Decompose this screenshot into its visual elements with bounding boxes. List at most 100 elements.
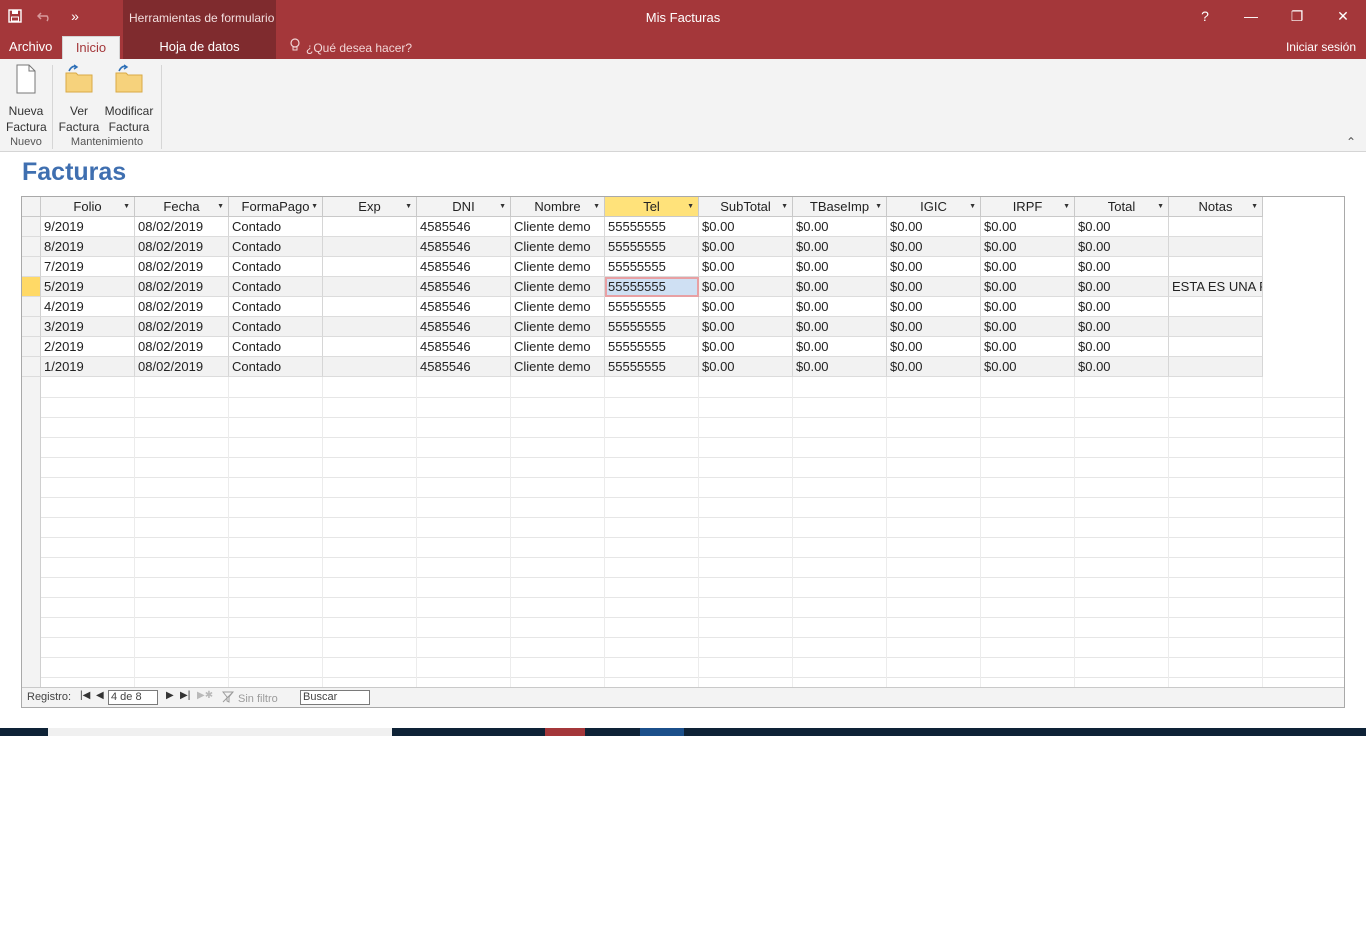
help-button[interactable]: ? <box>1182 0 1228 32</box>
record-selector[interactable] <box>22 337 41 357</box>
table-cell-notas[interactable] <box>1169 317 1263 337</box>
column-header-exp[interactable]: Exp ▼ <box>323 197 417 217</box>
dropdown-arrow-icon[interactable]: ▼ <box>687 197 694 216</box>
table-cell-dni[interactable]: 4585546 <box>417 297 511 317</box>
table-cell-total[interactable]: $0.00 <box>1075 277 1169 297</box>
table-cell-tel[interactable]: 55555555 <box>605 257 699 277</box>
record-selector[interactable] <box>22 217 41 237</box>
table-cell-notas[interactable] <box>1169 257 1263 277</box>
tab-archivo[interactable]: Archivo <box>9 36 52 59</box>
table-cell-subtotal[interactable]: $0.00 <box>699 237 793 257</box>
column-header-folio[interactable]: Folio ▼ <box>41 197 135 217</box>
table-cell-tel[interactable]: 55555555 <box>605 217 699 237</box>
table-cell-dni[interactable]: 4585546 <box>417 337 511 357</box>
table-cell-tbaseimp[interactable]: $0.00 <box>793 337 887 357</box>
dropdown-arrow-icon[interactable]: ▼ <box>969 197 976 216</box>
tell-me-box[interactable]: ¿Qué desea hacer? <box>290 36 412 59</box>
table-cell-folio[interactable]: 3/2019 <box>41 317 135 337</box>
column-header-subtotal[interactable]: SubTotal ▼ <box>699 197 793 217</box>
table-cell-notas[interactable] <box>1169 337 1263 357</box>
table-cell-formapago[interactable]: Contado <box>229 237 323 257</box>
table-cell-folio[interactable]: 9/2019 <box>41 217 135 237</box>
sign-in-link[interactable]: Iniciar sesión <box>1286 36 1356 59</box>
table-cell-irpf[interactable]: $0.00 <box>981 217 1075 237</box>
column-header-total[interactable]: Total ▼ <box>1075 197 1169 217</box>
table-cell-dni[interactable]: 4585546 <box>417 257 511 277</box>
table-cell-exp[interactable] <box>323 257 417 277</box>
table-cell-exp[interactable] <box>323 277 417 297</box>
table-cell-folio[interactable]: 7/2019 <box>41 257 135 277</box>
nueva-factura-button[interactable]: Nueva Factura <box>6 63 47 135</box>
ver-factura-button[interactable]: Ver Factura <box>58 63 100 135</box>
table-cell-irpf[interactable]: $0.00 <box>981 357 1075 377</box>
table-cell-nombre[interactable]: Cliente demo <box>511 317 605 337</box>
table-cell-tbaseimp[interactable]: $0.00 <box>793 217 887 237</box>
taskbar-search-box[interactable] <box>48 728 392 736</box>
dropdown-arrow-icon[interactable]: ▼ <box>1251 197 1258 216</box>
column-header-dni[interactable]: DNI ▼ <box>417 197 511 217</box>
table-cell-formapago[interactable]: Contado <box>229 277 323 297</box>
table-cell-folio[interactable]: 1/2019 <box>41 357 135 377</box>
table-cell-exp[interactable] <box>323 357 417 377</box>
dropdown-arrow-icon[interactable]: ▼ <box>1157 197 1164 216</box>
table-cell-exp[interactable] <box>323 337 417 357</box>
table-cell-total[interactable]: $0.00 <box>1075 217 1169 237</box>
last-record-icon[interactable]: ▶| <box>180 690 190 701</box>
table-cell-tel[interactable]: 55555555 <box>605 337 699 357</box>
close-button[interactable]: ✕ <box>1320 0 1366 32</box>
table-cell-subtotal[interactable]: $0.00 <box>699 337 793 357</box>
table-cell-notas[interactable] <box>1169 297 1263 317</box>
dropdown-arrow-icon[interactable]: ▼ <box>499 197 506 216</box>
column-header-notas[interactable]: Notas ▼ <box>1169 197 1263 217</box>
column-header-tbaseimp[interactable]: TBaseImp ▼ <box>793 197 887 217</box>
search-input[interactable]: Buscar <box>300 690 370 705</box>
table-cell-subtotal[interactable]: $0.00 <box>699 297 793 317</box>
table-cell-nombre[interactable]: Cliente demo <box>511 277 605 297</box>
table-cell-exp[interactable] <box>323 297 417 317</box>
table-cell-notas[interactable] <box>1169 237 1263 257</box>
table-cell-tbaseimp[interactable]: $0.00 <box>793 357 887 377</box>
table-cell-total[interactable]: $0.00 <box>1075 257 1169 277</box>
table-cell-irpf[interactable]: $0.00 <box>981 277 1075 297</box>
table-cell-total[interactable]: $0.00 <box>1075 297 1169 317</box>
column-header-tel[interactable]: Tel ▼ <box>605 197 699 217</box>
column-header-igic[interactable]: IGIC ▼ <box>887 197 981 217</box>
table-cell-igic[interactable]: $0.00 <box>887 337 981 357</box>
table-cell-formapago[interactable]: Contado <box>229 217 323 237</box>
table-cell-fecha[interactable]: 08/02/2019 <box>135 317 229 337</box>
column-header-nombre[interactable]: Nombre ▼ <box>511 197 605 217</box>
taskbar-app[interactable] <box>640 728 684 736</box>
column-header-irpf[interactable]: IRPF ▼ <box>981 197 1075 217</box>
table-cell-nombre[interactable]: Cliente demo <box>511 217 605 237</box>
table-cell-subtotal[interactable]: $0.00 <box>699 317 793 337</box>
record-position-input[interactable]: 4 de 8 <box>108 690 158 705</box>
table-cell-irpf[interactable]: $0.00 <box>981 237 1075 257</box>
table-cell-exp[interactable] <box>323 317 417 337</box>
table-cell-dni[interactable]: 4585546 <box>417 317 511 337</box>
record-selector[interactable] <box>22 257 41 277</box>
table-cell-subtotal[interactable]: $0.00 <box>699 217 793 237</box>
table-cell-folio[interactable]: 5/2019 <box>41 277 135 297</box>
table-cell-fecha[interactable]: 08/02/2019 <box>135 337 229 357</box>
column-header-fecha[interactable]: Fecha ▼ <box>135 197 229 217</box>
dropdown-arrow-icon[interactable]: ▼ <box>311 197 318 216</box>
table-cell-tbaseimp[interactable]: $0.00 <box>793 317 887 337</box>
table-cell-total[interactable]: $0.00 <box>1075 357 1169 377</box>
table-cell-tel[interactable]: 55555555 <box>605 317 699 337</box>
table-cell-igic[interactable]: $0.00 <box>887 237 981 257</box>
select-all-corner[interactable] <box>22 197 41 217</box>
table-cell-tel[interactable]: 55555555 <box>605 277 699 297</box>
table-cell-exp[interactable] <box>323 217 417 237</box>
table-cell-irpf[interactable]: $0.00 <box>981 257 1075 277</box>
record-selector[interactable] <box>22 237 41 257</box>
table-cell-fecha[interactable]: 08/02/2019 <box>135 277 229 297</box>
table-cell-tbaseimp[interactable]: $0.00 <box>793 237 887 257</box>
table-cell-tbaseimp[interactable]: $0.00 <box>793 297 887 317</box>
table-cell-subtotal[interactable]: $0.00 <box>699 357 793 377</box>
tab-hoja-de-datos[interactable]: Hoja de datos <box>123 36 276 59</box>
table-cell-tbaseimp[interactable]: $0.00 <box>793 277 887 297</box>
table-cell-total[interactable]: $0.00 <box>1075 237 1169 257</box>
dropdown-arrow-icon[interactable]: ▼ <box>405 197 412 216</box>
dropdown-arrow-icon[interactable]: ▼ <box>593 197 600 216</box>
table-cell-igic[interactable]: $0.00 <box>887 357 981 377</box>
